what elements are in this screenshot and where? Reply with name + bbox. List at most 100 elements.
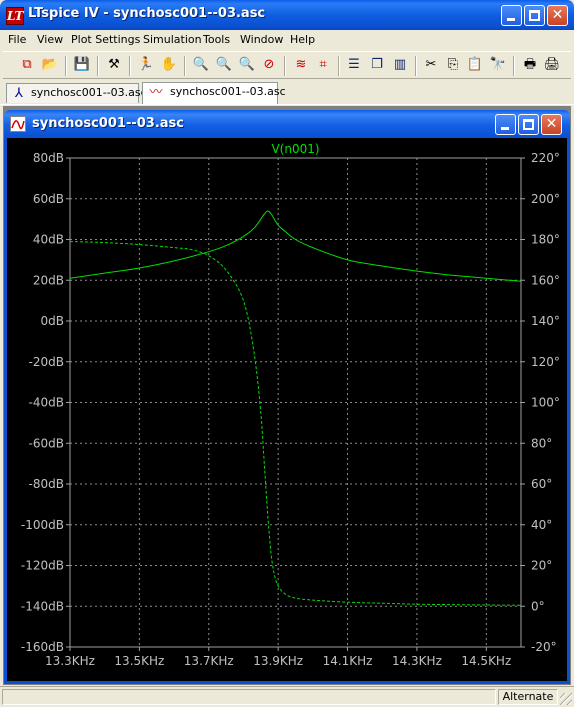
child-close-button[interactable]: ✕ <box>541 114 562 135</box>
save-icon[interactable]: 💾 <box>73 56 91 74</box>
menu-help[interactable]: Help <box>290 33 315 49</box>
y-left-tick-label: -80dB <box>29 477 64 491</box>
bode-plot[interactable]: 80dB 60dB 40dB 20dB 0dB -20dB -40dB -60dB -80dB -… <box>7 138 567 681</box>
y-left-tick-label: 0dB <box>41 314 64 328</box>
y-right-tick-label: 180° <box>531 233 560 247</box>
close-button[interactable]: ✕ <box>547 5 568 26</box>
trace-title: V(n001) <box>271 142 319 156</box>
menu-window[interactable]: Window <box>240 33 283 49</box>
x-tick-label: 14.5KHz <box>461 654 511 668</box>
plot-window[interactable]: synchosc001--03.asc ✕ 80dB 60dB 40dB 20dB 0d… <box>4 110 570 684</box>
toolbar-separator <box>97 56 99 76</box>
y-right-tick-label: 80° <box>531 436 552 450</box>
maximize-icon <box>523 119 534 130</box>
run-icon[interactable]: 🏃 <box>137 56 155 74</box>
y-right-tick-label: 100° <box>531 396 560 410</box>
y-right-tick-label: 20° <box>531 559 552 573</box>
resize-grip-icon[interactable] <box>560 693 572 705</box>
toolbar-separator <box>415 56 417 76</box>
halt-hand-icon[interactable]: ✋ <box>160 56 178 74</box>
print-icon[interactable]: 🖨 <box>543 56 561 74</box>
maximize-icon <box>529 10 540 21</box>
print-preview-icon[interactable]: 🖶 <box>521 56 539 74</box>
document-tab-strip: ⅄ synchosc001--03.asc 〰 synchosc001--03.… <box>0 80 574 105</box>
tile-horizontal-icon[interactable]: ☰ <box>345 56 363 74</box>
menu-view[interactable]: View <box>37 33 63 49</box>
menu-plot-settings[interactable]: Plot Settings <box>71 33 140 49</box>
mark-trace-icon[interactable]: ⌗ <box>314 56 332 74</box>
status-message <box>2 689 496 705</box>
menu-tools[interactable]: Tools <box>203 33 230 49</box>
child-minimize-button[interactable] <box>495 114 516 135</box>
zoom-out-icon[interactable]: 🔍 <box>238 56 256 74</box>
maximize-button[interactable] <box>524 5 545 26</box>
toolbar-separator <box>513 56 515 76</box>
paste-icon[interactable]: 📋 <box>466 56 484 74</box>
tab-label: synchosc001--03.asc <box>170 85 286 98</box>
cascade-icon[interactable]: ❐ <box>368 56 386 74</box>
toolbar-separator <box>129 56 131 76</box>
child-maximize-button[interactable] <box>518 114 539 135</box>
find-icon[interactable]: 🔭 <box>489 56 507 74</box>
x-tick-label: 14.1KHz <box>323 654 373 668</box>
y-right-tick-label: 160° <box>531 273 560 287</box>
y-left-tick-label: -100dB <box>21 518 64 532</box>
y-right-tick-label: -20° <box>531 640 557 654</box>
ltspice-app-icon[interactable]: LT <box>6 7 24 25</box>
new-schematic-icon[interactable]: ⧉ <box>18 56 36 74</box>
open-folder-icon[interactable]: 📂 <box>41 56 59 74</box>
minimize-button[interactable] <box>501 5 522 26</box>
y-left-tick-label: -20dB <box>29 355 64 369</box>
toolbar-separator <box>65 56 67 76</box>
magnitude-trace <box>70 210 521 282</box>
waveform-window-icon[interactable] <box>10 116 26 132</box>
y-right-tick-label: 120° <box>531 355 560 369</box>
y-left-tick-label: 60dB <box>33 192 64 206</box>
y-left-tick-label: 20dB <box>33 273 64 287</box>
y-left-tick-label: -160dB <box>21 640 64 654</box>
status-mode: Alternate <box>498 689 558 705</box>
grid-lines <box>69 157 521 648</box>
plot-window-title: synchosc001--03.asc <box>32 116 184 131</box>
y-right-tick-label: 140° <box>531 314 560 328</box>
y-left-tick-label: -40dB <box>29 396 64 410</box>
copy-icon[interactable]: ⎘ <box>444 56 462 74</box>
y-right-tick-label: 0° <box>531 599 545 613</box>
x-tick-label: 13.9KHz <box>253 654 303 668</box>
menu-simulation[interactable]: Simulation <box>143 33 202 49</box>
toolbar-separator <box>338 56 340 76</box>
waveform-icon: 〰 <box>149 85 163 100</box>
status-bar: Alternate <box>0 686 574 707</box>
menu-bar: File View Plot Settings Simulation Tools… <box>0 30 574 50</box>
toolbar-separator <box>284 56 286 76</box>
y-right-tick-label: 220° <box>531 151 560 165</box>
x-tick-label: 13.5KHz <box>114 654 164 668</box>
plot-window-title-bar[interactable]: synchosc001--03.asc ✕ <box>4 110 570 138</box>
plot-area[interactable]: 80dB 60dB 40dB 20dB 0dB -20dB -40dB -60dB -80dB -… <box>4 138 570 684</box>
close-icon: ✕ <box>545 116 558 132</box>
schematic-icon: ⅄ <box>15 86 23 101</box>
toolbar: ⧉ 📂 💾 ⚒ 🏃 ✋ 🔍 🔍 🔍 ⊘ ≋ ⌗ ☰ ❐ ▥ ✂ ⎘ 📋 🔭 🖶 … <box>3 51 571 79</box>
control-panel-icon[interactable]: ⚒ <box>105 56 123 74</box>
phase-trace <box>70 241 521 606</box>
cut-icon[interactable]: ✂ <box>422 56 440 74</box>
tile-vertical-icon[interactable]: ▥ <box>391 56 409 74</box>
cancel-zoom-icon[interactable]: ⊘ <box>260 56 278 74</box>
tab-waveform[interactable]: 〰 synchosc001--03.asc <box>142 82 286 104</box>
app-title-bar[interactable]: LT LTspice IV - synchosc001--03.asc ✕ <box>0 0 574 30</box>
y-right-tick-label: 200° <box>531 192 560 206</box>
toolbar-separator <box>184 56 186 76</box>
zoom-to-fit-icon[interactable]: 🔍 <box>215 56 233 74</box>
y-right-tick-label: 60° <box>531 477 552 491</box>
minimize-icon <box>507 18 515 21</box>
menu-file[interactable]: File <box>8 33 26 49</box>
x-tick-label: 13.3KHz <box>45 654 95 668</box>
minimize-icon <box>501 127 509 130</box>
zoom-in-icon[interactable]: 🔍 <box>192 56 210 74</box>
autorange-icon[interactable]: ≋ <box>292 56 310 74</box>
tab-schematic[interactable]: ⅄ synchosc001--03.asc <box>6 83 147 103</box>
y-left-tick-label: 80dB <box>33 151 64 165</box>
x-tick-label: 14.3KHz <box>392 654 442 668</box>
close-icon: ✕ <box>551 7 564 23</box>
tab-label: synchosc001--03.asc <box>31 86 147 99</box>
